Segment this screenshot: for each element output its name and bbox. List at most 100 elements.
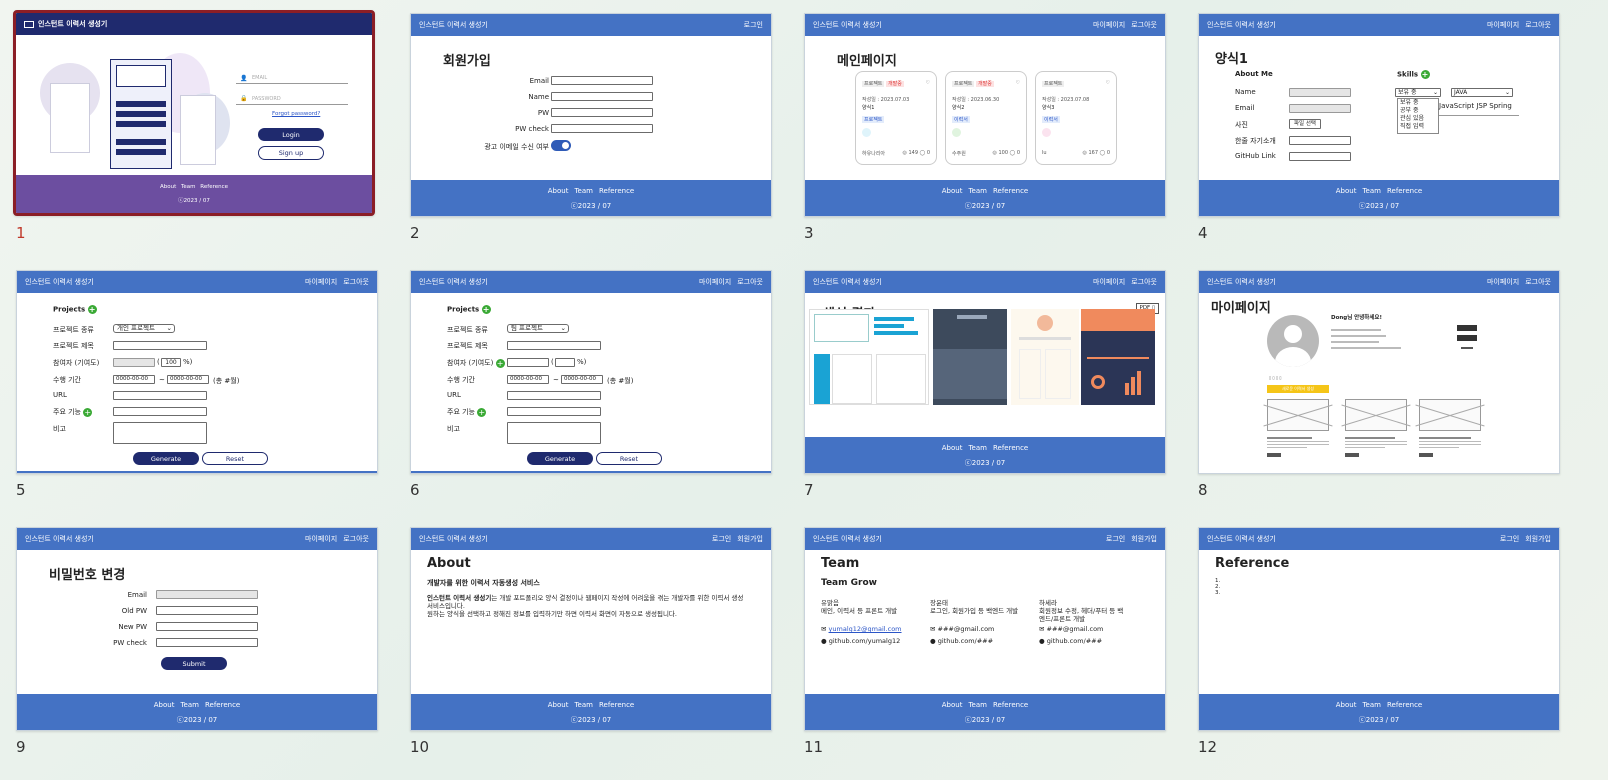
footer-team[interactable]: Team bbox=[1362, 701, 1381, 709]
resume-template-1[interactable] bbox=[809, 309, 929, 405]
note-textarea[interactable] bbox=[507, 422, 601, 444]
form-card-2[interactable]: 프로젝트 개발중 ♡ 작성일 : 2023.06.30 양식2 이력서 수주원 … bbox=[945, 71, 1027, 165]
forgot-password-link[interactable]: Forgot password? bbox=[272, 111, 320, 117]
member-email[interactable]: yumalg12@gmail.com bbox=[829, 625, 902, 633]
pw-check-input[interactable] bbox=[156, 638, 258, 647]
url-input[interactable] bbox=[113, 391, 207, 400]
nav-login[interactable]: 로그인 bbox=[1106, 535, 1125, 543]
start-date-input[interactable]: 0000-00-00 bbox=[507, 375, 549, 384]
old-pw-input[interactable] bbox=[156, 606, 258, 615]
footer-reference[interactable]: Reference bbox=[599, 701, 634, 709]
nav-mypage[interactable]: 마이페이지 bbox=[1093, 21, 1125, 29]
edit-profile-button[interactable] bbox=[1457, 325, 1477, 331]
footer-about[interactable]: About bbox=[942, 444, 963, 452]
add-skill-icon[interactable]: + bbox=[1420, 70, 1430, 79]
name-input[interactable] bbox=[1289, 88, 1351, 97]
email-input[interactable] bbox=[156, 590, 258, 599]
features-input[interactable] bbox=[113, 407, 207, 416]
url-input[interactable] bbox=[507, 391, 601, 400]
generate-button[interactable]: Generate bbox=[133, 452, 199, 465]
footer-about[interactable]: About bbox=[942, 187, 963, 195]
slide-thumbnail-6[interactable]: 인스턴트 이력서 생성기 마이페이지 로그아웃 Projects + 프로젝트 종… bbox=[410, 270, 772, 474]
form-card-3[interactable]: 프로젝트 ♡ 작성일 : 2023.07.08 양식3 이력서 lu ◎ 167… bbox=[1035, 71, 1117, 165]
signup-button[interactable]: Sign up bbox=[258, 146, 324, 160]
member-github[interactable]: github.com/### bbox=[1047, 637, 1102, 645]
submit-button[interactable]: Submit bbox=[161, 657, 227, 670]
footer-team[interactable]: Team bbox=[181, 184, 196, 190]
footer-reference[interactable]: Reference bbox=[599, 187, 634, 195]
project-name-input[interactable] bbox=[113, 341, 207, 350]
dropdown-option[interactable]: 직접 입력 bbox=[1400, 123, 1438, 131]
slide-thumbnail-4[interactable]: 인스턴트 이력서 생성기 마이페이지 로그아웃 양식1 About Me Name… bbox=[1198, 13, 1560, 217]
new-resume-button[interactable]: 새로운 이력서 생성 bbox=[1267, 385, 1329, 393]
footer-team[interactable]: Team bbox=[574, 701, 593, 709]
dropdown-option[interactable]: 관심 있음 bbox=[1400, 115, 1438, 123]
nav-logout[interactable]: 로그아웃 bbox=[1131, 278, 1157, 286]
pw-input[interactable] bbox=[551, 108, 653, 117]
member-github[interactable]: github.com/yumalg12 bbox=[829, 637, 900, 645]
resume-template-4[interactable] bbox=[1081, 309, 1155, 405]
footer-team[interactable]: Team bbox=[968, 187, 987, 195]
generate-button[interactable]: Generate bbox=[527, 452, 593, 465]
footer-reference[interactable]: Reference bbox=[993, 444, 1028, 452]
password-input[interactable] bbox=[236, 104, 348, 105]
slide-thumbnail-9[interactable]: 인스턴트 이력서 생성기 마이페이지 로그아웃 비밀번호 변경 Email Old… bbox=[16, 527, 378, 731]
nav-signup[interactable]: 회원가입 bbox=[1525, 535, 1551, 543]
photo-file-button[interactable]: 파일 선택 bbox=[1289, 119, 1321, 129]
member-email[interactable]: ###@gmail.com bbox=[938, 625, 995, 633]
nav-mypage[interactable]: 마이페이지 bbox=[305, 278, 337, 286]
email-input[interactable] bbox=[551, 76, 653, 85]
nav-mypage[interactable]: 마이페이지 bbox=[1093, 278, 1125, 286]
add-participant-icon[interactable]: + bbox=[495, 358, 505, 368]
member-email[interactable]: ###@gmail.com bbox=[1047, 625, 1104, 633]
add-project-icon[interactable]: + bbox=[481, 305, 491, 314]
nav-signup[interactable]: 회원가입 bbox=[737, 535, 763, 543]
slide-thumbnail-3[interactable]: 인스턴트 이력서 생성기 마이페이지 로그아웃 메인페이지 프로젝트 개발중 ♡ … bbox=[804, 13, 1166, 217]
contribution-input[interactable] bbox=[555, 358, 575, 367]
slide-thumbnail-2[interactable]: 인스턴트 이력서 생성기 로그인 회원가입 Email Name PW PW c… bbox=[410, 13, 772, 217]
footer-team[interactable]: Team bbox=[968, 701, 987, 709]
nav-mypage[interactable]: 마이페이지 bbox=[305, 535, 337, 543]
end-date-input[interactable]: 0000-00-00 bbox=[167, 375, 209, 384]
skill-status-select[interactable]: 보유 중 ⌄ bbox=[1395, 88, 1441, 97]
participants-input[interactable] bbox=[113, 358, 155, 367]
like-icon[interactable]: ♡ bbox=[1016, 80, 1020, 86]
nav-login[interactable]: 로그인 bbox=[712, 535, 731, 543]
footer-team[interactable]: Team bbox=[180, 701, 199, 709]
email-input[interactable] bbox=[236, 83, 348, 84]
footer-about[interactable]: About bbox=[1336, 701, 1357, 709]
slide-thumbnail-1[interactable]: 인스턴트 이력서 생성기 👤 EMAIL 🔒 PASSWORD Forgot p… bbox=[13, 10, 375, 216]
footer-reference[interactable]: Reference bbox=[1387, 701, 1422, 709]
footer-about[interactable]: About bbox=[160, 184, 176, 190]
slide-thumbnail-8[interactable]: 인스턴트 이력서 생성기 마이페이지 로그아웃 마이페이지 Dong님 안녕하세요… bbox=[1198, 270, 1560, 474]
intro-input[interactable] bbox=[1289, 136, 1351, 145]
dropdown-option[interactable]: 공부 중 bbox=[1400, 107, 1438, 115]
project-name-input[interactable] bbox=[507, 341, 601, 350]
footer-reference[interactable]: Reference bbox=[200, 184, 228, 190]
add-feature-icon[interactable]: + bbox=[477, 407, 487, 417]
nav-logout[interactable]: 로그아웃 bbox=[343, 535, 369, 543]
nav-signup[interactable]: 회원가입 bbox=[1131, 535, 1157, 543]
dropdown-option[interactable]: 보유 중 bbox=[1400, 99, 1438, 107]
nav-mypage[interactable]: 마이페이지 bbox=[1487, 21, 1519, 29]
footer-about[interactable]: About bbox=[548, 187, 569, 195]
footer-team[interactable]: Team bbox=[968, 444, 987, 452]
nav-logout[interactable]: 로그아웃 bbox=[1525, 21, 1551, 29]
footer-about[interactable]: About bbox=[548, 701, 569, 709]
login-button[interactable]: Login bbox=[258, 128, 324, 141]
slide-thumbnail-12[interactable]: 인스턴트 이력서 생성기 로그인 회원가입 Reference 1. 2. 3. … bbox=[1198, 527, 1560, 731]
new-pw-input[interactable] bbox=[156, 622, 258, 631]
nav-logout[interactable]: 로그아웃 bbox=[737, 278, 763, 286]
footer-reference[interactable]: Reference bbox=[1387, 187, 1422, 195]
end-date-input[interactable]: 0000-00-00 bbox=[561, 375, 603, 384]
member-github[interactable]: github.com/### bbox=[938, 637, 993, 645]
nav-mypage[interactable]: 마이페이지 bbox=[699, 278, 731, 286]
pw-check-input[interactable] bbox=[551, 124, 653, 133]
reset-button[interactable]: Reset bbox=[596, 452, 662, 465]
change-password-button[interactable] bbox=[1457, 335, 1477, 341]
email-input[interactable] bbox=[1289, 104, 1351, 113]
resume-template-2[interactable] bbox=[933, 309, 1007, 405]
project-type-select[interactable]: 개인 프로젝트 ⌄ bbox=[113, 324, 175, 333]
footer-reference[interactable]: Reference bbox=[993, 187, 1028, 195]
like-icon[interactable]: ♡ bbox=[1106, 80, 1110, 86]
